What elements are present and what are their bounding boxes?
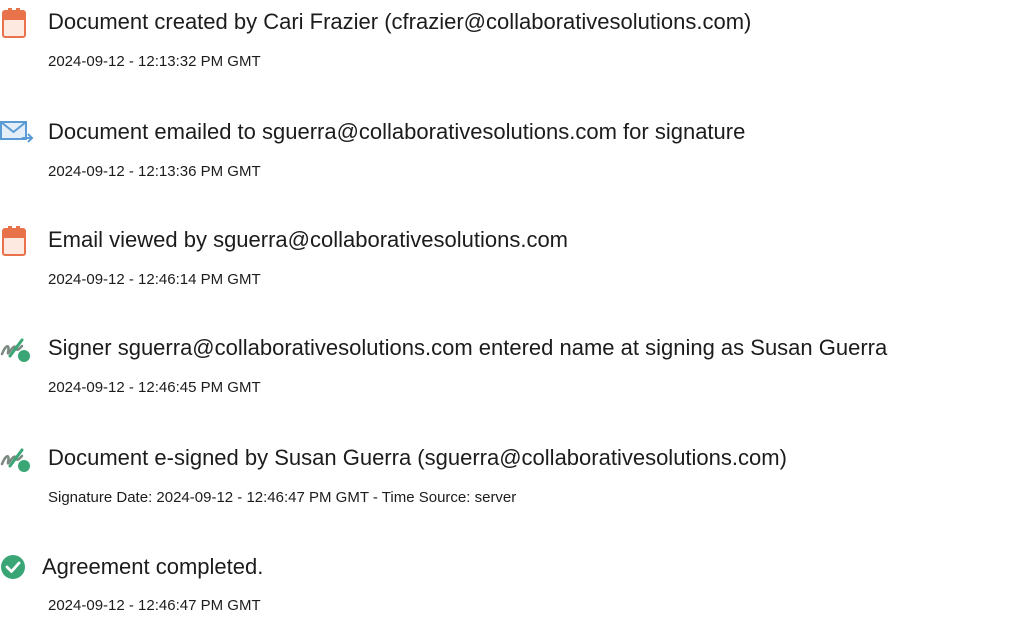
signature-icon — [0, 444, 30, 474]
check-circle-icon — [0, 554, 30, 584]
event-timestamp: 2024-09-12 - 12:13:32 PM GMT — [48, 53, 261, 70]
event-title: Document created by Cari Frazier (cfrazi… — [48, 9, 752, 34]
event-title: Document emailed to sguerra@collaborativ… — [48, 119, 746, 144]
signature-icon — [0, 334, 30, 364]
history-event: Document emailed to sguerra@collaborativ… — [0, 110, 1025, 200]
history-event: Document created by Cari Frazier (cfrazi… — [0, 0, 1025, 90]
event-title: Document e-signed by Susan Guerra (sguer… — [48, 445, 787, 470]
event-title: Signer sguerra@collaborativesolutions.co… — [48, 335, 888, 360]
history-event: Document e-signed by Susan Guerra (sguer… — [0, 436, 1025, 526]
history-event: Signer sguerra@collaborativesolutions.co… — [0, 326, 1025, 416]
event-title: Email viewed by sguerra@collaborativesol… — [48, 227, 569, 252]
history-event: Email viewed by sguerra@collaborativesol… — [0, 218, 1025, 308]
event-timestamp: 2024-09-12 - 12:13:36 PM GMT — [48, 163, 261, 180]
email-icon — [0, 116, 34, 146]
document-icon — [0, 8, 30, 38]
event-timestamp: 2024-09-12 - 12:46:45 PM GMT — [48, 379, 261, 396]
event-timestamp: 2024-09-12 - 12:46:14 PM GMT — [48, 271, 261, 288]
event-signature-detail: Signature Date: 2024-09-12 - 12:46:47 PM… — [48, 489, 517, 506]
event-title: Agreement completed. — [42, 554, 264, 579]
event-timestamp: 2024-09-12 - 12:46:47 PM GMT — [48, 597, 261, 614]
document-icon — [0, 226, 30, 256]
history-event: Agreement completed. 2024-09-12 - 12:46:… — [0, 545, 1025, 635]
